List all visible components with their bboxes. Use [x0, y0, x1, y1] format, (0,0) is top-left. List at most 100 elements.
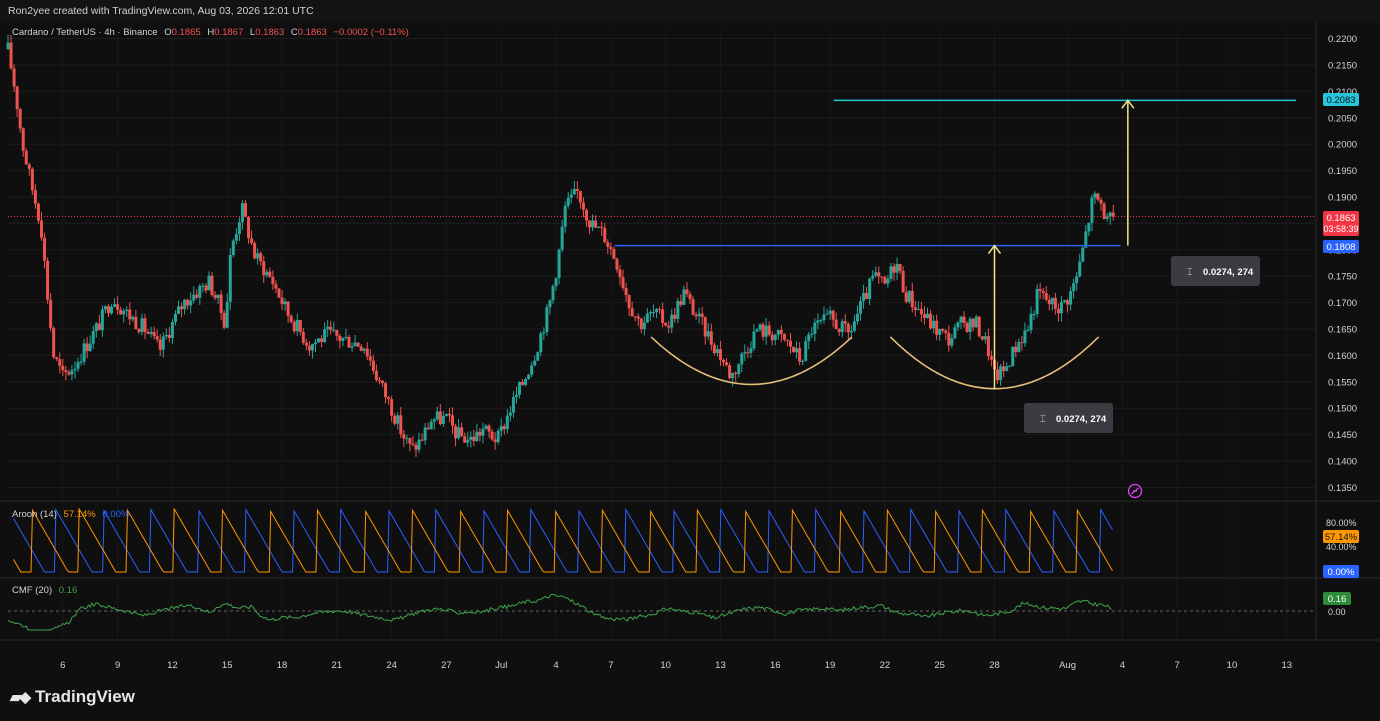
- candle-body: [627, 295, 631, 309]
- candle-body: [125, 309, 129, 312]
- candle-body: [131, 316, 135, 320]
- candle-body: [344, 336, 348, 338]
- candle-body: [116, 304, 120, 310]
- target-badge: 0.2083: [1323, 93, 1359, 106]
- time-tick-label: 6: [60, 660, 65, 671]
- candle-body: [304, 342, 308, 346]
- candle-body: [767, 325, 771, 335]
- candle-body: [980, 336, 984, 340]
- candle-body: [505, 415, 509, 430]
- candle-body: [795, 348, 799, 353]
- candle-body: [539, 333, 543, 353]
- candle-body: [740, 353, 744, 365]
- candle-body: [722, 359, 726, 363]
- candle-body: [1020, 342, 1024, 344]
- time-tick-label: 28: [989, 660, 1000, 671]
- candle-body: [429, 421, 433, 430]
- candle-body: [1005, 366, 1009, 372]
- candle-body: [1050, 297, 1054, 305]
- candle-body: [548, 300, 552, 308]
- symbol-legend[interactable]: Cardano / TetherUS · 4h · Binance O0.186…: [12, 27, 409, 38]
- candle-body: [460, 427, 464, 437]
- candle-body: [122, 311, 126, 315]
- candle-body: [947, 332, 951, 346]
- candle-body: [475, 431, 479, 442]
- cmf-badge-text: 0.16: [1328, 594, 1347, 605]
- time-tick-label: Aug: [1059, 660, 1076, 671]
- aroon-up-badge-text: 57.14%: [1325, 532, 1358, 543]
- candle-body: [237, 222, 241, 235]
- candle-body: [904, 292, 908, 302]
- candle-body: [457, 427, 461, 439]
- measure-label-lower[interactable]: ⌶ 0.0274, 274: [1024, 403, 1113, 433]
- candle-body: [664, 322, 668, 326]
- aroon-up-value: 57.14%: [64, 509, 97, 520]
- candle-body: [898, 264, 902, 271]
- candle-body: [140, 318, 144, 332]
- candle-body: [444, 413, 448, 416]
- price-chart[interactable]: 0.22000.21500.21000.20500.20000.19500.19…: [0, 0, 1380, 680]
- tradingview-logo-icon: ▰◆: [10, 689, 31, 706]
- aroon-down-badge: 0.00%: [1323, 565, 1359, 578]
- candle-body: [694, 314, 698, 317]
- candle-body: [353, 342, 357, 347]
- candle-body: [158, 339, 162, 350]
- candle-body: [192, 294, 196, 301]
- cmf-legend[interactable]: CMF (20) 0.16: [12, 585, 77, 596]
- candle-body: [1093, 193, 1097, 198]
- candle-body: [859, 301, 863, 314]
- candle-body: [703, 317, 707, 337]
- candle-body: [588, 220, 592, 228]
- candle-body: [234, 234, 238, 241]
- time-tick-label: 10: [1227, 660, 1238, 671]
- candle-body: [490, 431, 494, 440]
- candle-body: [128, 309, 132, 320]
- candle-body: [837, 329, 841, 332]
- candle-body: [18, 109, 22, 129]
- aroon-legend[interactable]: Aroon (14) 57.14% 0.00%: [12, 509, 130, 520]
- candle-body: [384, 383, 388, 398]
- candle-body: [493, 439, 497, 443]
- candle-body: [776, 329, 780, 335]
- candle-body: [1023, 330, 1027, 344]
- candle-body: [530, 365, 534, 375]
- candle-body: [1090, 197, 1094, 223]
- measure-label-upper[interactable]: ⌶ 0.0274, 274: [1171, 256, 1260, 286]
- candle-body: [852, 321, 856, 331]
- time-tick-label: 16: [770, 660, 781, 671]
- candle-body: [1044, 292, 1048, 300]
- candle-body: [883, 276, 887, 284]
- candle-body: [359, 346, 363, 351]
- candle-body: [167, 334, 171, 339]
- candle-body: [79, 361, 83, 363]
- candle-body: [103, 306, 107, 310]
- candle-body: [1078, 261, 1082, 277]
- price-tick-label: 0.1700: [1328, 298, 1357, 309]
- candle-body: [676, 301, 680, 319]
- candle-body: [508, 412, 512, 416]
- tradingview-logo[interactable]: ▰◆ TradingView: [10, 687, 135, 707]
- candle-body: [807, 334, 811, 342]
- candle-body: [27, 164, 31, 169]
- candle-body: [521, 381, 525, 385]
- candle-body: [895, 264, 899, 273]
- candle-body: [989, 356, 993, 360]
- candle-body: [411, 443, 415, 445]
- candle-body: [819, 320, 823, 322]
- candle-body: [67, 372, 71, 375]
- candle-body: [228, 254, 232, 302]
- candle-body: [597, 226, 601, 228]
- time-tick-label: 10: [660, 660, 671, 671]
- high-value: 0.1867: [214, 27, 243, 38]
- candle-body: [612, 248, 616, 259]
- candle-body: [314, 342, 318, 345]
- time-tick-label: 21: [332, 660, 343, 671]
- candle-body: [956, 322, 960, 328]
- candle-body: [323, 329, 327, 342]
- candle-body: [1014, 346, 1018, 352]
- cmf-tick-0: 0.00: [1328, 607, 1346, 617]
- candle-body: [1099, 199, 1103, 204]
- change-value: −0.0002 (−0.11%): [333, 27, 408, 38]
- candle-body: [438, 411, 442, 425]
- candle-body: [718, 349, 722, 360]
